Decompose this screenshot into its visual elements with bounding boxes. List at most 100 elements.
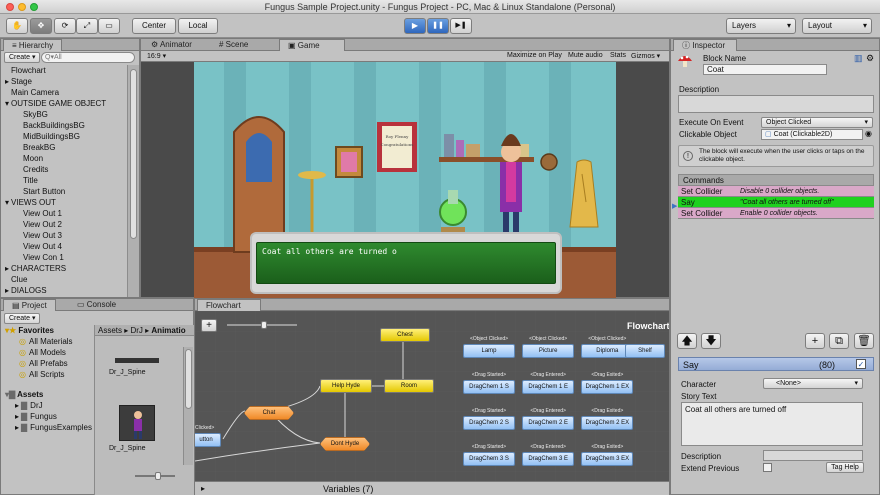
character-dropdown[interactable]: <None> ▾	[763, 378, 863, 389]
favorite-item[interactable]: ◎ All Prefabs	[19, 358, 73, 369]
aspect-dropdown[interactable]: 16:9 ▾	[147, 52, 207, 60]
collapsed-arrow-icon[interactable]: ▸	[5, 286, 9, 295]
say-description-field[interactable]	[763, 450, 863, 461]
scale-tool-icon[interactable]: ⤢	[76, 18, 98, 34]
collapsed-arrow-icon[interactable]: ▸	[15, 423, 19, 432]
hierarchy-item[interactable]: Start Button	[5, 186, 127, 197]
thumbnail-size-handle[interactable]	[155, 472, 161, 480]
game-viewport[interactable]: Roy Flenny Congratulations Coat all othe	[194, 62, 616, 298]
stats-toggle[interactable]: Stats	[610, 52, 626, 59]
collapsed-arrow-icon[interactable]: ▸	[15, 412, 19, 421]
hierarchy-item[interactable]: Clue	[5, 274, 127, 285]
collapsed-arrow-icon[interactable]: ▸	[5, 77, 9, 86]
play-button[interactable]: ▶	[404, 18, 426, 34]
collapsed-arrow-icon[interactable]: ▸	[15, 401, 19, 410]
event-block[interactable]: DragChem 2 EX	[581, 416, 634, 430]
assets-header[interactable]: ▾▇ Assets	[5, 389, 43, 400]
flowchart-canvas[interactable]: + Flowchart Chest Help Hyde Room Chat Do…	[195, 311, 669, 481]
hierarchy-create-button[interactable]: Create ▾	[4, 52, 41, 63]
delete-command-button[interactable]: 🗑	[854, 333, 874, 349]
hierarchy-item[interactable]: ▸ CHARACTERS	[5, 263, 127, 274]
mute-audio-toggle[interactable]: Mute audio	[568, 52, 603, 59]
layout-dropdown[interactable]: Layout ▾	[802, 18, 872, 34]
hierarchy-item[interactable]: MidBuildingsBG	[5, 131, 127, 142]
dialog-box[interactable]: Coat all others are turned o	[250, 232, 562, 294]
hierarchy-item[interactable]: View Con 1	[5, 252, 127, 263]
block-button[interactable]: utton	[195, 433, 221, 447]
asset-folder-item[interactable]: ▸ ▇ FungusExamples	[15, 422, 92, 433]
hierarchy-scrollbar[interactable]	[127, 65, 139, 297]
tab-hierarchy[interactable]: ≡ Hierarchy	[3, 39, 63, 51]
move-tool-icon[interactable]: ✥	[30, 18, 52, 34]
block-name-field[interactable]: Coat	[703, 64, 827, 75]
hierarchy-search-input[interactable]: Q▾All	[41, 52, 135, 63]
event-block[interactable]: DragChem 2 E	[522, 416, 575, 430]
extend-previous-checkbox[interactable]	[763, 463, 772, 472]
duplicate-command-button[interactable]: ⧉	[829, 333, 849, 349]
move-up-button[interactable]: 🡅	[677, 333, 697, 349]
block-dont-hyde[interactable]: Dont Hyde	[320, 437, 370, 451]
gear-icon[interactable]: ⚙	[866, 53, 874, 64]
add-block-button[interactable]: +	[201, 319, 217, 332]
story-text-field[interactable]: Coat all others are turned off	[681, 402, 863, 446]
hierarchy-item[interactable]: Main Camera	[5, 87, 127, 98]
event-block[interactable]: DragChem 2 S	[463, 416, 515, 430]
event-block[interactable]: DragChem 1 EX	[581, 380, 634, 394]
tab-scene[interactable]: # Scene	[211, 39, 256, 51]
hierarchy-item[interactable]: Flowchart	[5, 65, 127, 76]
pivot-center-button[interactable]: Center	[132, 18, 176, 34]
hierarchy-item[interactable]: ▸ Stage	[5, 76, 127, 87]
expand-variables-icon[interactable]: ▸	[201, 484, 205, 493]
block-chest[interactable]: Chest	[380, 328, 430, 342]
add-command-button[interactable]: +	[805, 333, 825, 349]
hierarchy-item[interactable]: Title	[5, 175, 127, 186]
hierarchy-item[interactable]: BackBuildingsBG	[5, 120, 127, 131]
tab-animator[interactable]: ⚙ Animator	[143, 39, 200, 51]
project-scrollbar[interactable]	[183, 347, 193, 465]
move-down-button[interactable]: 🡇	[701, 333, 721, 349]
close-window-button[interactable]	[6, 3, 14, 11]
spine-character-thumbnail[interactable]	[119, 405, 155, 441]
object-picker-icon[interactable]: ◉	[865, 129, 872, 138]
block-help-hyde[interactable]: Help Hyde	[320, 379, 372, 393]
hierarchy-item[interactable]: View Out 3	[5, 230, 127, 241]
favorites-header[interactable]: ▾★ Favorites	[5, 325, 54, 336]
expanded-arrow-icon[interactable]: ▾	[5, 198, 9, 207]
expanded-arrow-icon[interactable]: ▾	[5, 99, 9, 108]
clickable-object-field[interactable]: ▢ Coat (Clickable2D)	[761, 129, 863, 140]
hierarchy-item[interactable]: View Out 4	[5, 241, 127, 252]
maximize-on-play-toggle[interactable]: Maximize on Play	[507, 52, 562, 59]
breadcrumb-assets[interactable]: Assets	[98, 326, 122, 335]
zoom-window-button[interactable]	[30, 3, 38, 11]
hierarchy-item[interactable]: ▸ DIALOGS	[5, 285, 127, 296]
step-button[interactable]: ▶❚	[450, 18, 472, 34]
hierarchy-item[interactable]: Credits	[5, 164, 127, 175]
tab-game[interactable]: ▣ Game	[279, 39, 345, 51]
rotate-tool-icon[interactable]: ⟳	[54, 18, 76, 34]
rect-tool-icon[interactable]: ▭	[98, 18, 120, 34]
variables-bar[interactable]: ▸ Variables (7)	[195, 481, 669, 495]
hierarchy-item[interactable]: SkyBG	[5, 109, 127, 120]
description-textarea[interactable]	[678, 95, 874, 113]
tab-console[interactable]: ▭ Console	[69, 299, 124, 311]
event-block[interactable]: Shelf	[625, 344, 665, 358]
event-block[interactable]: DragChem 3 E	[522, 452, 575, 466]
favorite-item[interactable]: ◎ All Models	[19, 347, 73, 358]
hierarchy-item[interactable]: View Out 1	[5, 208, 127, 219]
breadcrumb-animations[interactable]: Animatio	[151, 326, 185, 335]
pivot-local-button[interactable]: Local	[178, 18, 218, 34]
breadcrumb-drj[interactable]: DrJ	[130, 326, 142, 335]
block-chat[interactable]: Chat	[244, 406, 294, 420]
favorite-item[interactable]: ◎ All Scripts	[19, 369, 73, 380]
command-row[interactable]: Say "Coat all others are turned off"	[678, 197, 874, 208]
asset-folder-item[interactable]: ▸ ▇ DrJ	[15, 400, 92, 411]
zoom-slider-handle[interactable]	[261, 321, 267, 329]
tab-inspector[interactable]: ⓘ Inspector	[673, 39, 737, 51]
hierarchy-item[interactable]: Moon	[5, 153, 127, 164]
pause-button[interactable]: ❚❚	[427, 18, 449, 34]
gizmos-dropdown[interactable]: Gizmos ▾	[631, 52, 660, 60]
hierarchy-item[interactable]: BreakBG	[5, 142, 127, 153]
hierarchy-item[interactable]: View Out 2	[5, 219, 127, 230]
event-block[interactable]: DragChem 3 EX	[581, 452, 634, 466]
event-block[interactable]: DragChem 1 S	[463, 380, 515, 394]
